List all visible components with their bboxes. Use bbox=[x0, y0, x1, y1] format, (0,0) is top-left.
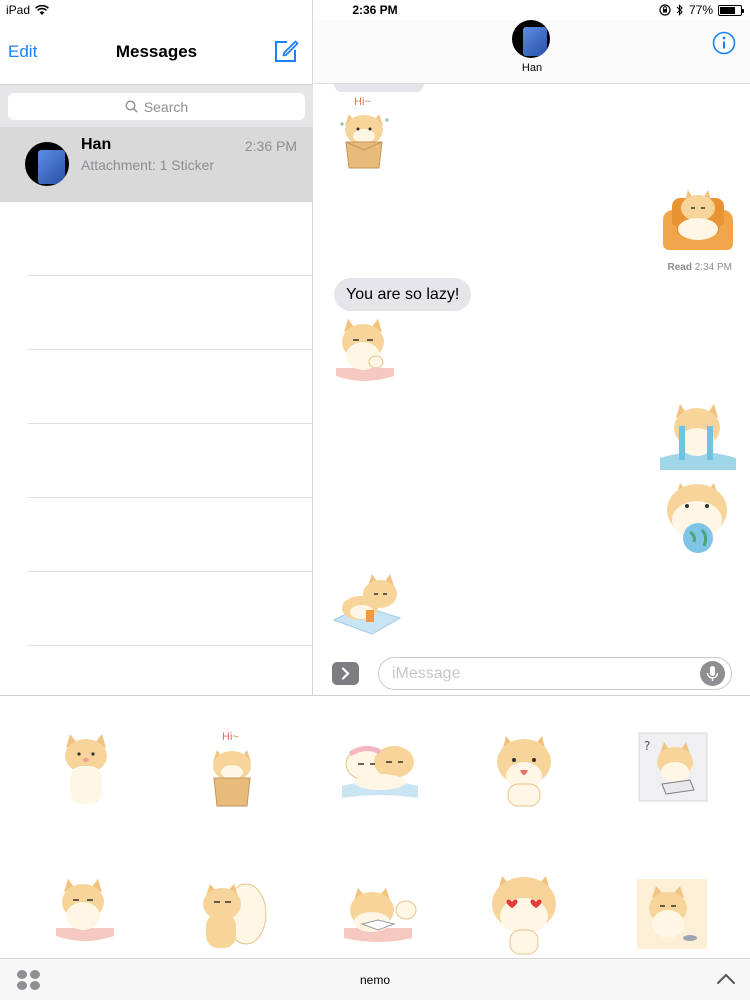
svg-text:?: ? bbox=[644, 739, 650, 753]
sticker-cat-blanket[interactable] bbox=[332, 572, 402, 636]
sticker-cat-armchair[interactable] bbox=[660, 184, 736, 254]
microphone-icon bbox=[706, 666, 719, 681]
list-divider bbox=[28, 645, 313, 646]
message-bubble[interactable]: You are so lazy! bbox=[334, 278, 472, 311]
sticker-cat-chin-paw[interactable] bbox=[334, 316, 396, 384]
list-divider bbox=[28, 423, 313, 424]
sticker-cats-sleeping[interactable] bbox=[340, 736, 420, 800]
list-divider bbox=[28, 571, 313, 572]
compose-icon[interactable] bbox=[273, 38, 299, 64]
sticker-cat-box-hi[interactable]: Hi~ bbox=[204, 728, 260, 808]
previous-message-bubble bbox=[334, 84, 424, 92]
sticker-hi-text: Hi~ bbox=[354, 96, 371, 108]
read-receipt: Read 2:34 PM bbox=[668, 262, 732, 273]
conversation-time: 2:36 PM bbox=[244, 138, 297, 154]
sticker-hi-text: Hi~ bbox=[222, 731, 239, 743]
sticker-cat-globe[interactable] bbox=[664, 480, 730, 556]
search-icon bbox=[125, 100, 138, 113]
search-placeholder: Search bbox=[143, 98, 189, 115]
sticker-cat-heart-eyes[interactable] bbox=[488, 872, 560, 956]
sticker-cat-chin-paw[interactable] bbox=[54, 876, 116, 944]
sticker-cat-tea[interactable] bbox=[636, 878, 708, 950]
chat-pane: Han Hi~ Read 2:34 PM You are so lazy! iM… bbox=[314, 0, 750, 695]
chat-header: Han bbox=[314, 20, 750, 84]
search-bar: Search bbox=[0, 84, 313, 127]
page-title: Messages bbox=[115, 42, 198, 61]
conversation-preview: Attachment: 1 Sticker bbox=[81, 157, 215, 173]
conversation-list-header: Edit Messages bbox=[0, 20, 313, 84]
avatar bbox=[25, 142, 69, 186]
sticker-cat-tongue[interactable] bbox=[492, 732, 556, 808]
list-divider bbox=[28, 497, 313, 498]
sticker-cat-reading[interactable] bbox=[340, 880, 420, 946]
sticker-pack-name: nemo bbox=[359, 973, 391, 987]
conversation-list-pane: Edit Messages Search Han 2:36 PM Attachm… bbox=[0, 0, 313, 695]
info-icon[interactable] bbox=[712, 31, 736, 55]
conversation-row-han[interactable]: Han 2:36 PM Attachment: 1 Sticker bbox=[0, 127, 313, 202]
search-input[interactable]: Search bbox=[8, 93, 305, 120]
chevron-up-icon[interactable] bbox=[716, 971, 736, 987]
sticker-cats-hugging[interactable] bbox=[198, 878, 270, 950]
sticker-cat-crying[interactable] bbox=[660, 400, 736, 472]
sticker-cat-box-hi[interactable]: Hi~ bbox=[336, 94, 392, 170]
sticker-drawer: Hi~ ? nemo bbox=[0, 695, 750, 1000]
imessage-placeholder: iMessage bbox=[392, 665, 461, 682]
expand-apps-button[interactable] bbox=[332, 662, 359, 685]
read-label: Read bbox=[667, 262, 692, 273]
contact-name[interactable]: Han bbox=[314, 62, 750, 74]
read-time: 2:34 PM bbox=[694, 262, 732, 273]
chevron-right-icon bbox=[341, 667, 350, 680]
imessage-input[interactable]: iMessage bbox=[378, 657, 732, 690]
contact-avatar[interactable] bbox=[512, 20, 550, 58]
microphone-button[interactable] bbox=[700, 661, 725, 686]
drawer-toolbar: nemo bbox=[0, 958, 750, 1000]
list-divider bbox=[28, 275, 313, 276]
conversation-name: Han bbox=[81, 136, 112, 153]
sticker-cat-thinking-pizza[interactable]: ? bbox=[638, 732, 708, 802]
sticker-cat-standing[interactable] bbox=[56, 730, 116, 808]
list-divider bbox=[28, 349, 313, 350]
